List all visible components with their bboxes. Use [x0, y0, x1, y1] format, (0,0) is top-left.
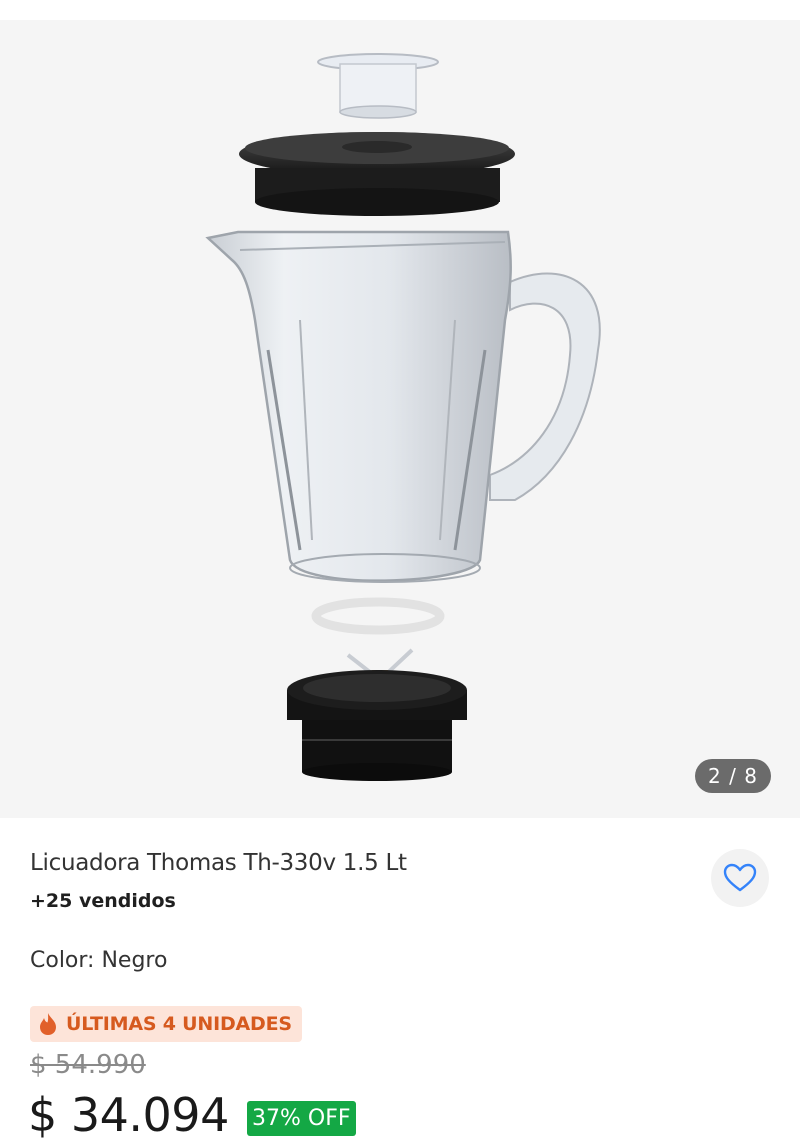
favorite-button[interactable] [711, 849, 769, 907]
glass-jar [205, 230, 601, 583]
heart-outline-icon [723, 863, 757, 892]
image-counter: 2 / 8 [695, 759, 771, 793]
flame-icon [40, 1013, 56, 1035]
color-label: Color: [30, 948, 95, 973]
blender-lid [239, 132, 515, 216]
color-row[interactable]: Color: Negro [30, 948, 167, 973]
product-info: Licuadora Thomas Th-330v 1.5 Lt +25 vend… [0, 818, 800, 1147]
measuring-cap [317, 53, 439, 119]
top-strip [0, 0, 800, 20]
current-price: $ 34.094 [28, 1088, 229, 1142]
stock-badge-label: ÚLTIMAS 4 UNIDADES [66, 1013, 292, 1035]
original-price: $ 54.990 [30, 1050, 146, 1080]
sold-count: +25 vendidos [30, 890, 176, 912]
blender-product-image [205, 53, 601, 781]
blade-base [287, 648, 467, 781]
color-value: Negro [101, 948, 168, 973]
product-title: Licuadora Thomas Th-330v 1.5 Lt [30, 850, 407, 876]
stock-badge: ÚLTIMAS 4 UNIDADES [30, 1006, 302, 1042]
discount-badge: 37% OFF [247, 1101, 356, 1136]
product-image-gallery[interactable]: 2 / 8 [0, 20, 800, 818]
rubber-gasket [311, 597, 445, 635]
